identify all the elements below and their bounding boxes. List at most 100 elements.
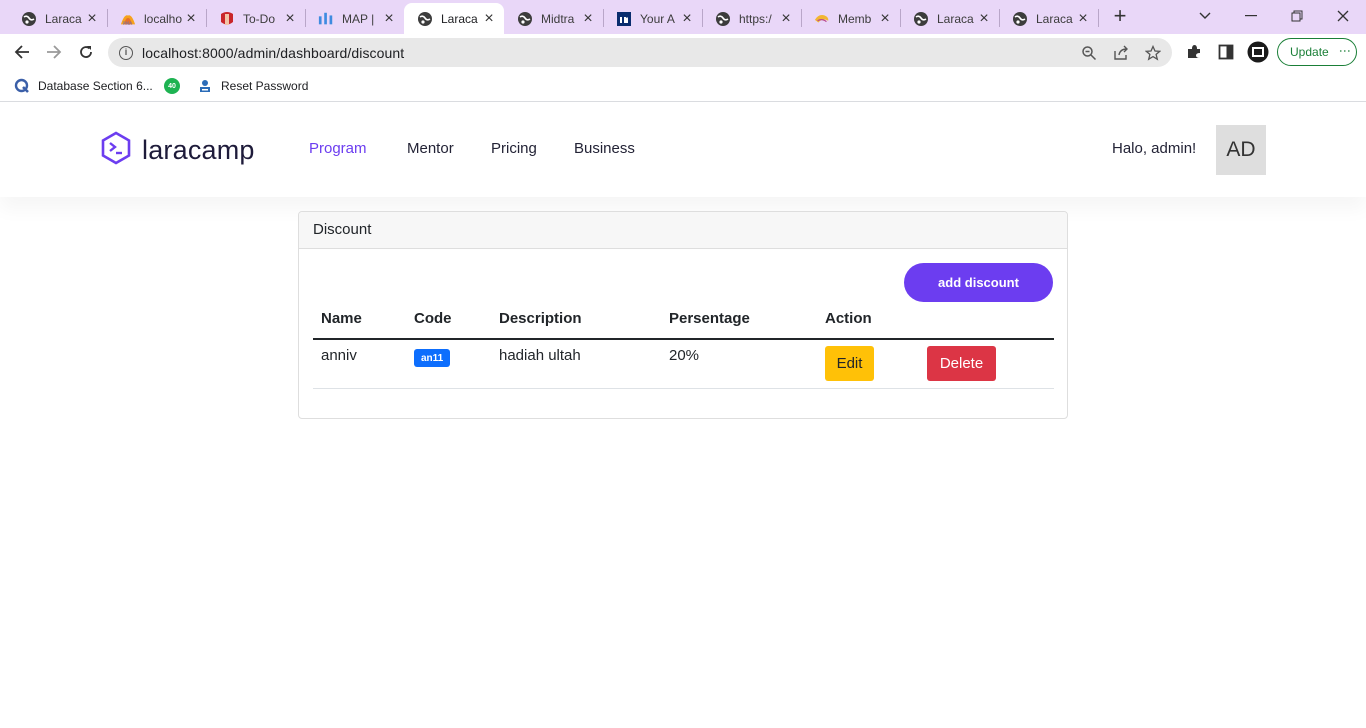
browser-tab[interactable]: Midtra ×: [504, 3, 603, 34]
cell-name: anniv: [321, 347, 357, 364]
browser-tab[interactable]: To-Do ×: [206, 3, 305, 34]
tab-title: localho: [144, 11, 183, 26]
new-tab-button[interactable]: +: [1108, 5, 1132, 29]
bookmark-label: Database Section 6...: [38, 79, 153, 93]
url-text: localhost:8000/admin/dashboard/discount: [142, 44, 405, 61]
tab-title: Laraca: [441, 11, 478, 26]
site-info-icon[interactable]: i: [119, 45, 133, 60]
map-chart-icon: [318, 11, 334, 27]
column-header-percentage: Persentage: [669, 310, 750, 327]
update-button[interactable]: Update ⋮: [1277, 38, 1357, 66]
table-header-divider: [313, 338, 1054, 340]
share-icon[interactable]: [1113, 45, 1129, 61]
bookmark-item[interactable]: Database Section 6...: [14, 76, 153, 96]
tab-separator: [1098, 9, 1099, 27]
tab-title: To-Do: [243, 11, 276, 26]
globe-icon: [913, 11, 929, 27]
globe-icon: [21, 11, 37, 27]
side-panel-icon[interactable]: [1217, 43, 1235, 61]
card-title: Discount: [299, 212, 1067, 249]
hexagon-terminal-icon: [100, 130, 132, 170]
browser-tab[interactable]: Your A ×: [603, 3, 702, 34]
phpmyadmin-icon: PMA: [120, 11, 136, 27]
back-arrow-icon[interactable]: [10, 40, 34, 64]
close-tab-icon[interactable]: ×: [977, 10, 991, 26]
tab-title: Midtra: [541, 11, 575, 26]
globe-icon: [715, 11, 731, 27]
user-greeting: Halo, admin!: [1112, 140, 1197, 157]
column-header-code: Code: [414, 310, 452, 327]
close-tab-icon[interactable]: ×: [85, 10, 99, 26]
tab-title: Laraca: [937, 11, 974, 26]
bookmark-item[interactable]: 40: [164, 76, 188, 96]
close-tab-icon[interactable]: ×: [1076, 10, 1090, 26]
tab-title: Laraca: [45, 11, 82, 26]
logo-text: laracamp: [142, 134, 255, 165]
bookmarks-bar: Database Section 6... 40 Reset Password: [0, 70, 1366, 102]
browser-tab[interactable]: Laraca ×: [8, 3, 107, 34]
site-header: laracamp Program Mentor Pricing Business…: [0, 103, 1366, 197]
close-window-icon[interactable]: [1331, 4, 1355, 28]
tab-title: Laraca: [1036, 11, 1073, 26]
reload-icon[interactable]: [74, 40, 98, 64]
cell-percentage: 20%: [669, 347, 700, 364]
bookmark-label: Reset Password: [221, 79, 309, 93]
browser-tab-active[interactable]: Laraca ×: [404, 3, 504, 34]
browser-toolbar: i localhost:8000/admin/dashboard/discoun…: [0, 34, 1366, 70]
address-bar[interactable]: i localhost:8000/admin/dashboard/discoun…: [108, 38, 1172, 67]
browser-tab[interactable]: https:/ ×: [702, 3, 801, 34]
profile-avatar-icon[interactable]: [1247, 41, 1269, 63]
nav-pricing[interactable]: Pricing: [491, 140, 537, 157]
close-tab-icon[interactable]: ×: [878, 10, 892, 26]
browser-tab[interactable]: PMA localho ×: [107, 3, 206, 34]
globe-icon: [517, 11, 533, 27]
browser-tab[interactable]: Laraca ×: [999, 3, 1098, 34]
tab-title: Your A: [640, 11, 675, 26]
browser-tab[interactable]: Memb ×: [801, 3, 900, 34]
cell-description: hadiah ultah: [499, 347, 581, 364]
site-icon: [197, 78, 213, 94]
close-tab-icon[interactable]: ×: [680, 10, 694, 26]
edit-button[interactable]: Edit: [825, 346, 874, 381]
discount-card: Discount add discount Name Code Descript…: [298, 211, 1068, 419]
tab-title: https:/: [739, 11, 772, 26]
column-header-description: Description: [499, 310, 582, 327]
code-badge: an11: [414, 349, 451, 367]
add-discount-button[interactable]: add discount: [904, 263, 1053, 302]
column-header-name: Name: [321, 310, 362, 327]
linkedin-style-icon: [616, 11, 632, 27]
close-tab-icon[interactable]: ×: [184, 10, 198, 26]
close-tab-icon[interactable]: ×: [779, 10, 793, 26]
close-tab-icon[interactable]: ×: [581, 10, 595, 26]
badge-40-icon: 40: [164, 78, 180, 94]
nav-business[interactable]: Business: [574, 140, 635, 157]
nav-program[interactable]: Program: [309, 140, 367, 157]
delete-button[interactable]: Delete: [927, 346, 996, 381]
update-label: Update: [1290, 45, 1329, 59]
avatar[interactable]: AD: [1216, 125, 1266, 175]
bookmark-item[interactable]: Reset Password: [197, 76, 308, 96]
close-tab-icon[interactable]: ×: [382, 10, 396, 26]
globe-icon: [1012, 11, 1028, 27]
todo-app-icon: [219, 11, 235, 27]
tab-title: Memb: [838, 11, 872, 26]
close-tab-icon[interactable]: ×: [283, 10, 297, 26]
minimize-icon[interactable]: [1239, 4, 1263, 28]
member-app-icon: [814, 11, 830, 27]
q-logo-icon: [14, 78, 30, 94]
close-tab-icon[interactable]: ×: [482, 10, 496, 26]
browser-tab-strip: Laraca × PMA localho × To-Do × MAP | × L…: [0, 0, 1366, 34]
forward-arrow-icon[interactable]: [42, 40, 66, 64]
site-logo[interactable]: laracamp: [100, 130, 255, 170]
bookmark-star-icon[interactable]: [1145, 45, 1161, 61]
tab-search-chevron-icon[interactable]: [1193, 4, 1217, 28]
extensions-icon[interactable]: [1185, 43, 1203, 61]
nav-mentor[interactable]: Mentor: [407, 140, 454, 157]
row-divider: [313, 388, 1054, 389]
browser-tab[interactable]: MAP | ×: [305, 3, 404, 34]
restore-icon[interactable]: [1285, 4, 1309, 28]
zoom-icon[interactable]: [1081, 45, 1097, 61]
globe-icon: [417, 11, 433, 27]
more-menu-icon[interactable]: ⋮: [1338, 45, 1352, 57]
browser-tab[interactable]: Laraca ×: [900, 3, 999, 34]
